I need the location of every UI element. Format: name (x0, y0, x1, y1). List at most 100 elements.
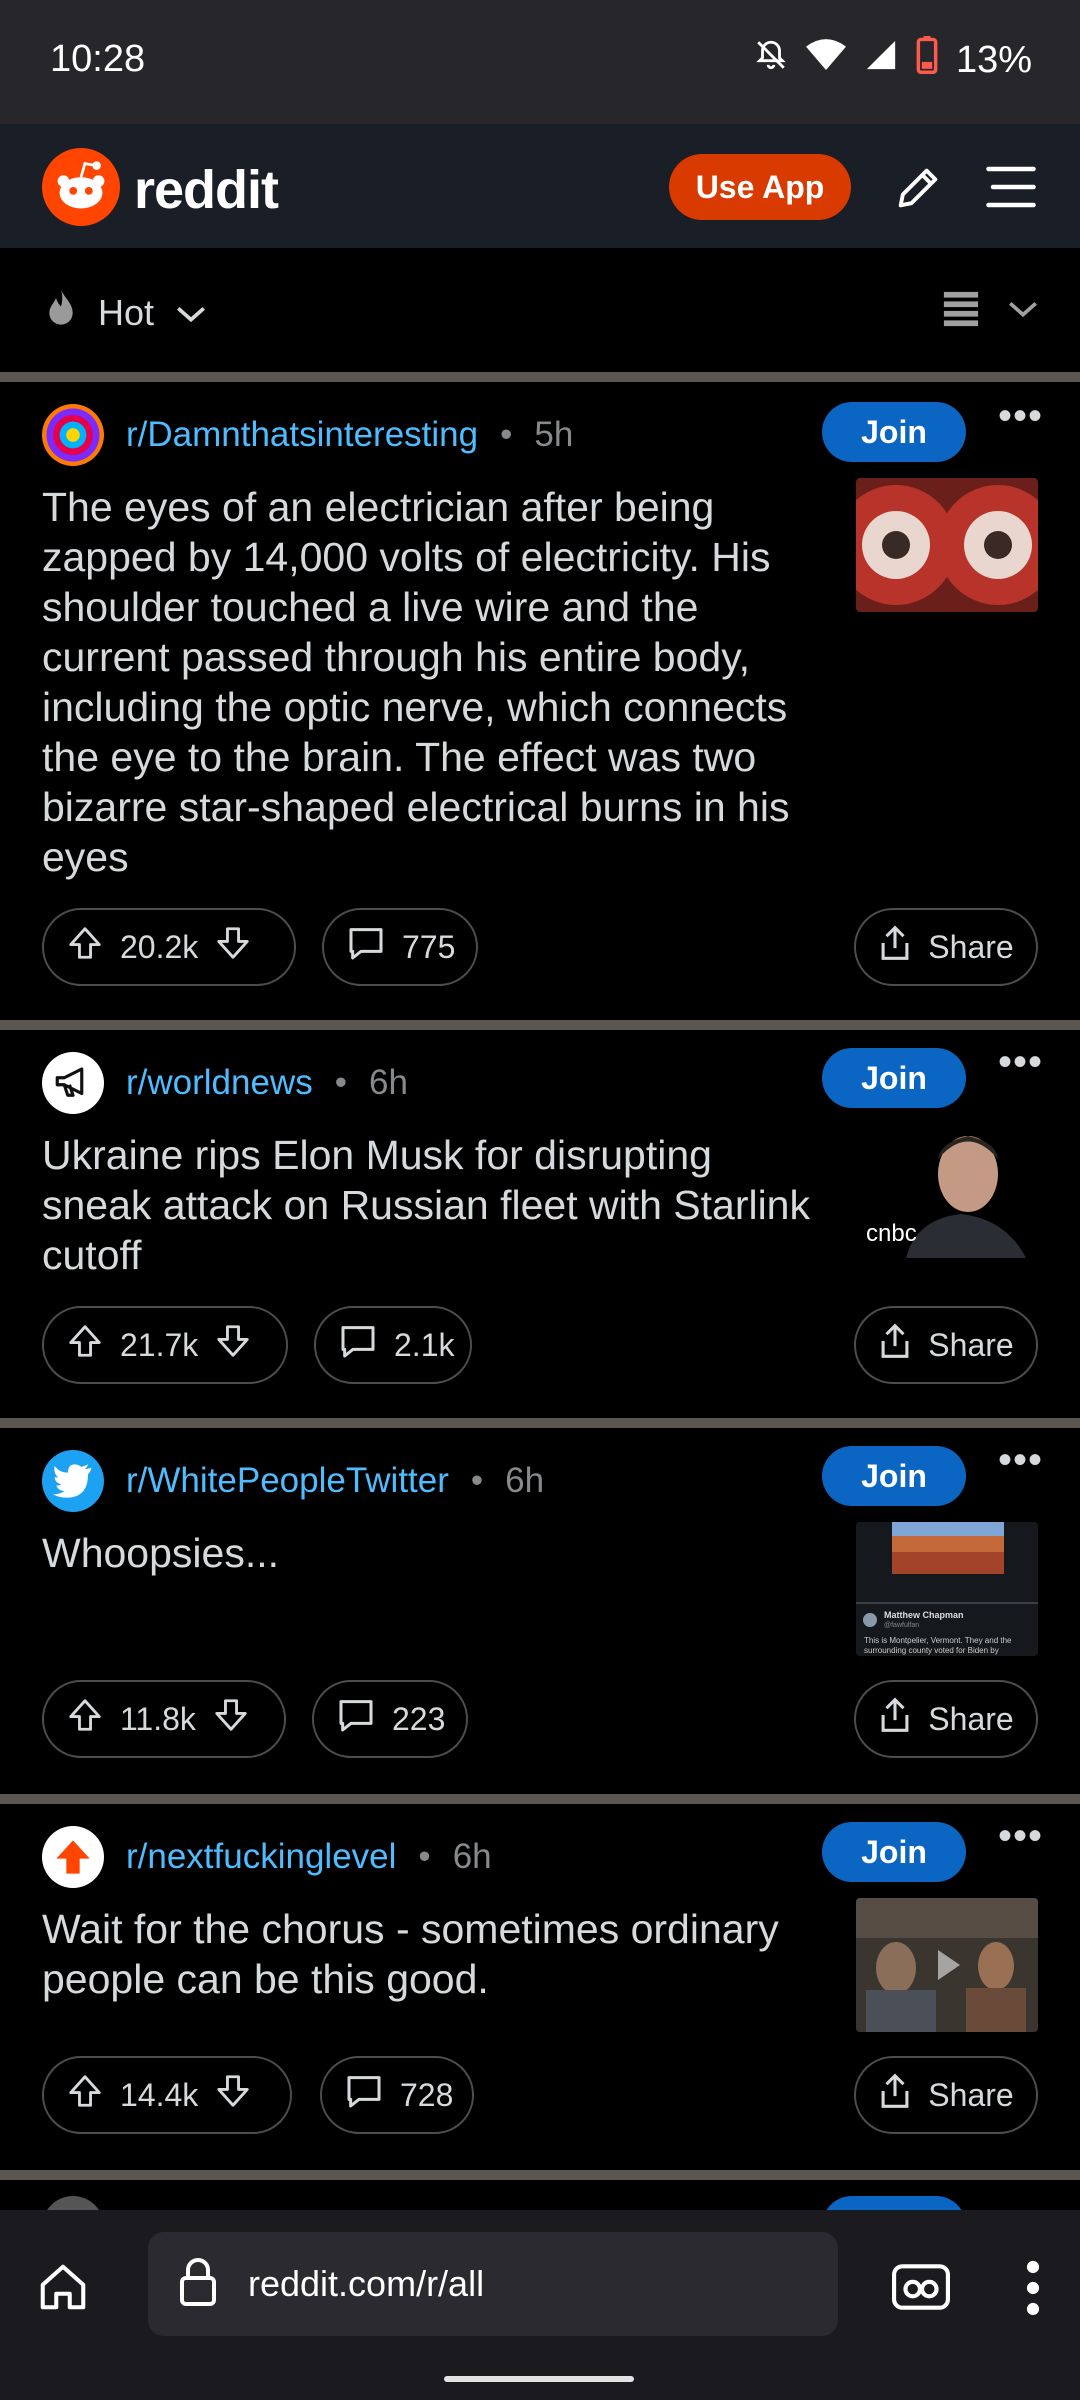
private-tabs-icon[interactable] (892, 2264, 950, 2315)
post-title[interactable]: Whoopsies... (42, 1528, 822, 1578)
share-button[interactable]: Share (854, 1306, 1038, 1384)
upvote-icon[interactable] (66, 1322, 104, 1368)
post-meta: r/Damnthatsinteresting • 5h (42, 404, 573, 466)
post-time: 6h (369, 1063, 408, 1102)
upvote-icon[interactable] (66, 924, 104, 970)
more-options-icon[interactable]: ••• (998, 1814, 1043, 1859)
status-time: 10:28 (50, 38, 146, 80)
post-card[interactable]: r/nextfuckinglevel • 6h Join ••• Wait fo… (0, 1804, 1080, 2170)
status-bar: 10:28 13% (0, 0, 1080, 124)
logo-text: reddit (134, 159, 279, 220)
chevron-down-icon (1006, 298, 1040, 325)
post-time: 5h (534, 415, 574, 454)
share-icon (878, 1322, 912, 1368)
post-time: 6h (452, 1837, 492, 1876)
join-button[interactable]: Join (822, 1822, 966, 1882)
subreddit-link[interactable]: r/Damnthatsinteresting (126, 415, 478, 455)
view-mode-dropdown[interactable] (942, 290, 1040, 333)
post-card[interactable]: r/Damnthatsinteresting • 5h Join ••• The… (0, 382, 1080, 1020)
subreddit-link[interactable]: r/nextfuckinglevel (126, 1837, 396, 1877)
kebab-menu-icon[interactable] (1024, 2260, 1042, 2321)
comments-button[interactable]: 728 (320, 2056, 474, 2134)
comments-button[interactable]: 223 (312, 1680, 468, 1758)
share-button[interactable]: Share (854, 908, 1038, 986)
subreddit-link[interactable]: r/WhitePeopleTwitter (126, 1461, 449, 1501)
post-card[interactable]: r/worldnews • 6h Join ••• Ukraine rips E… (0, 1030, 1080, 1418)
reddit-logo[interactable]: reddit (42, 148, 279, 231)
browser-toolbar: reddit.com/r/all (0, 2210, 1080, 2400)
home-icon[interactable] (36, 2260, 90, 2319)
comment-count: 728 (400, 2076, 454, 2113)
subreddit-avatar (42, 1052, 104, 1114)
comments-button[interactable]: 2.1k (314, 1306, 472, 1384)
subreddit-avatar (42, 1450, 104, 1512)
upvote-icon[interactable] (66, 2072, 104, 2118)
signal-icon (864, 38, 898, 82)
divider (0, 372, 1080, 382)
more-options-icon[interactable]: ••• (998, 1438, 1043, 1483)
share-icon (878, 2072, 912, 2118)
share-label: Share (928, 2076, 1014, 2113)
comment-icon (338, 1322, 378, 1368)
comment-icon (336, 1696, 376, 1742)
battery-percent: 13% (955, 38, 1032, 81)
card-view-icon (942, 290, 980, 333)
post-meta: r/nextfuckinglevel • 6h (42, 1826, 492, 1888)
url-text: reddit.com/r/all (248, 2263, 485, 2304)
post-title[interactable]: Ukraine rips Elon Musk for disrupting sn… (42, 1130, 822, 1280)
post-meta: r/worldnews • 6h (42, 1052, 408, 1114)
lock-icon[interactable] (178, 2257, 218, 2311)
divider (0, 1794, 1080, 1804)
downvote-icon[interactable] (214, 1322, 252, 1368)
post-meta: r/WhitePeopleTwitter • 6h (42, 1450, 544, 1512)
battery-icon (916, 36, 938, 84)
post-title[interactable]: Wait for the chorus - sometimes ordinary… (42, 1904, 822, 2004)
join-button[interactable]: Join (822, 1446, 966, 1506)
thumb-handle: @fawfulfan (884, 1622, 920, 1629)
share-icon (878, 1696, 912, 1742)
sort-dropdown[interactable]: Hot (44, 288, 208, 337)
more-options-icon[interactable]: ••• (998, 1040, 1043, 1085)
join-button-partial[interactable] (822, 2196, 966, 2210)
downvote-icon[interactable] (214, 2072, 252, 2118)
thumb-tweet-text: This is Montpelier, Vermont. They and th… (864, 1636, 1012, 1655)
pencil-icon[interactable] (892, 162, 944, 219)
sort-label: Hot (98, 291, 155, 333)
wifi-icon (805, 38, 846, 82)
post-card-partial[interactable] (0, 2180, 1080, 2210)
vote-bar: 14.4k (42, 2056, 292, 2134)
divider (0, 2170, 1080, 2180)
share-button[interactable]: Share (854, 1680, 1038, 1758)
post-title[interactable]: The eyes of an electrician after being z… (42, 482, 822, 882)
post-card[interactable]: r/WhitePeopleTwitter • 6h Join ••• Whoop… (0, 1428, 1080, 1794)
post-time: 6h (505, 1461, 545, 1500)
share-label: Share (928, 1700, 1014, 1737)
subreddit-avatar (42, 404, 104, 466)
share-button[interactable]: Share (854, 2056, 1038, 2134)
post-thumbnail[interactable] (856, 478, 1038, 612)
post-thumbnail[interactable]: Matthew Chapman @fawfulfan This is Montp… (856, 1522, 1038, 1656)
join-button[interactable]: Join (822, 402, 966, 462)
sort-bar: Hot (0, 248, 1080, 372)
reddit-header: reddit Use App (0, 124, 1080, 248)
join-button[interactable]: Join (822, 1048, 966, 1108)
gesture-home-indicator[interactable] (444, 2376, 634, 2382)
upvote-icon[interactable] (66, 1696, 104, 1742)
vote-bar: 21.7k (42, 1306, 288, 1384)
comment-icon (346, 924, 386, 970)
vote-bar: 20.2k (42, 908, 296, 986)
share-label: Share (928, 928, 1014, 965)
flame-icon (44, 288, 78, 337)
downvote-icon[interactable] (212, 1696, 250, 1742)
snoo-icon (42, 148, 120, 231)
more-options-icon[interactable]: ••• (998, 394, 1043, 439)
hamburger-menu-icon[interactable] (984, 162, 1038, 217)
share-label: Share (928, 1326, 1014, 1363)
url-bar[interactable]: reddit.com/r/all (148, 2232, 838, 2336)
subreddit-link[interactable]: r/worldnews (126, 1063, 313, 1103)
use-app-button[interactable]: Use App (669, 154, 851, 220)
downvote-icon[interactable] (214, 924, 252, 970)
post-thumbnail[interactable]: cnbc (856, 1124, 1038, 1258)
comments-button[interactable]: 775 (322, 908, 478, 986)
post-thumbnail[interactable] (856, 1898, 1038, 2032)
